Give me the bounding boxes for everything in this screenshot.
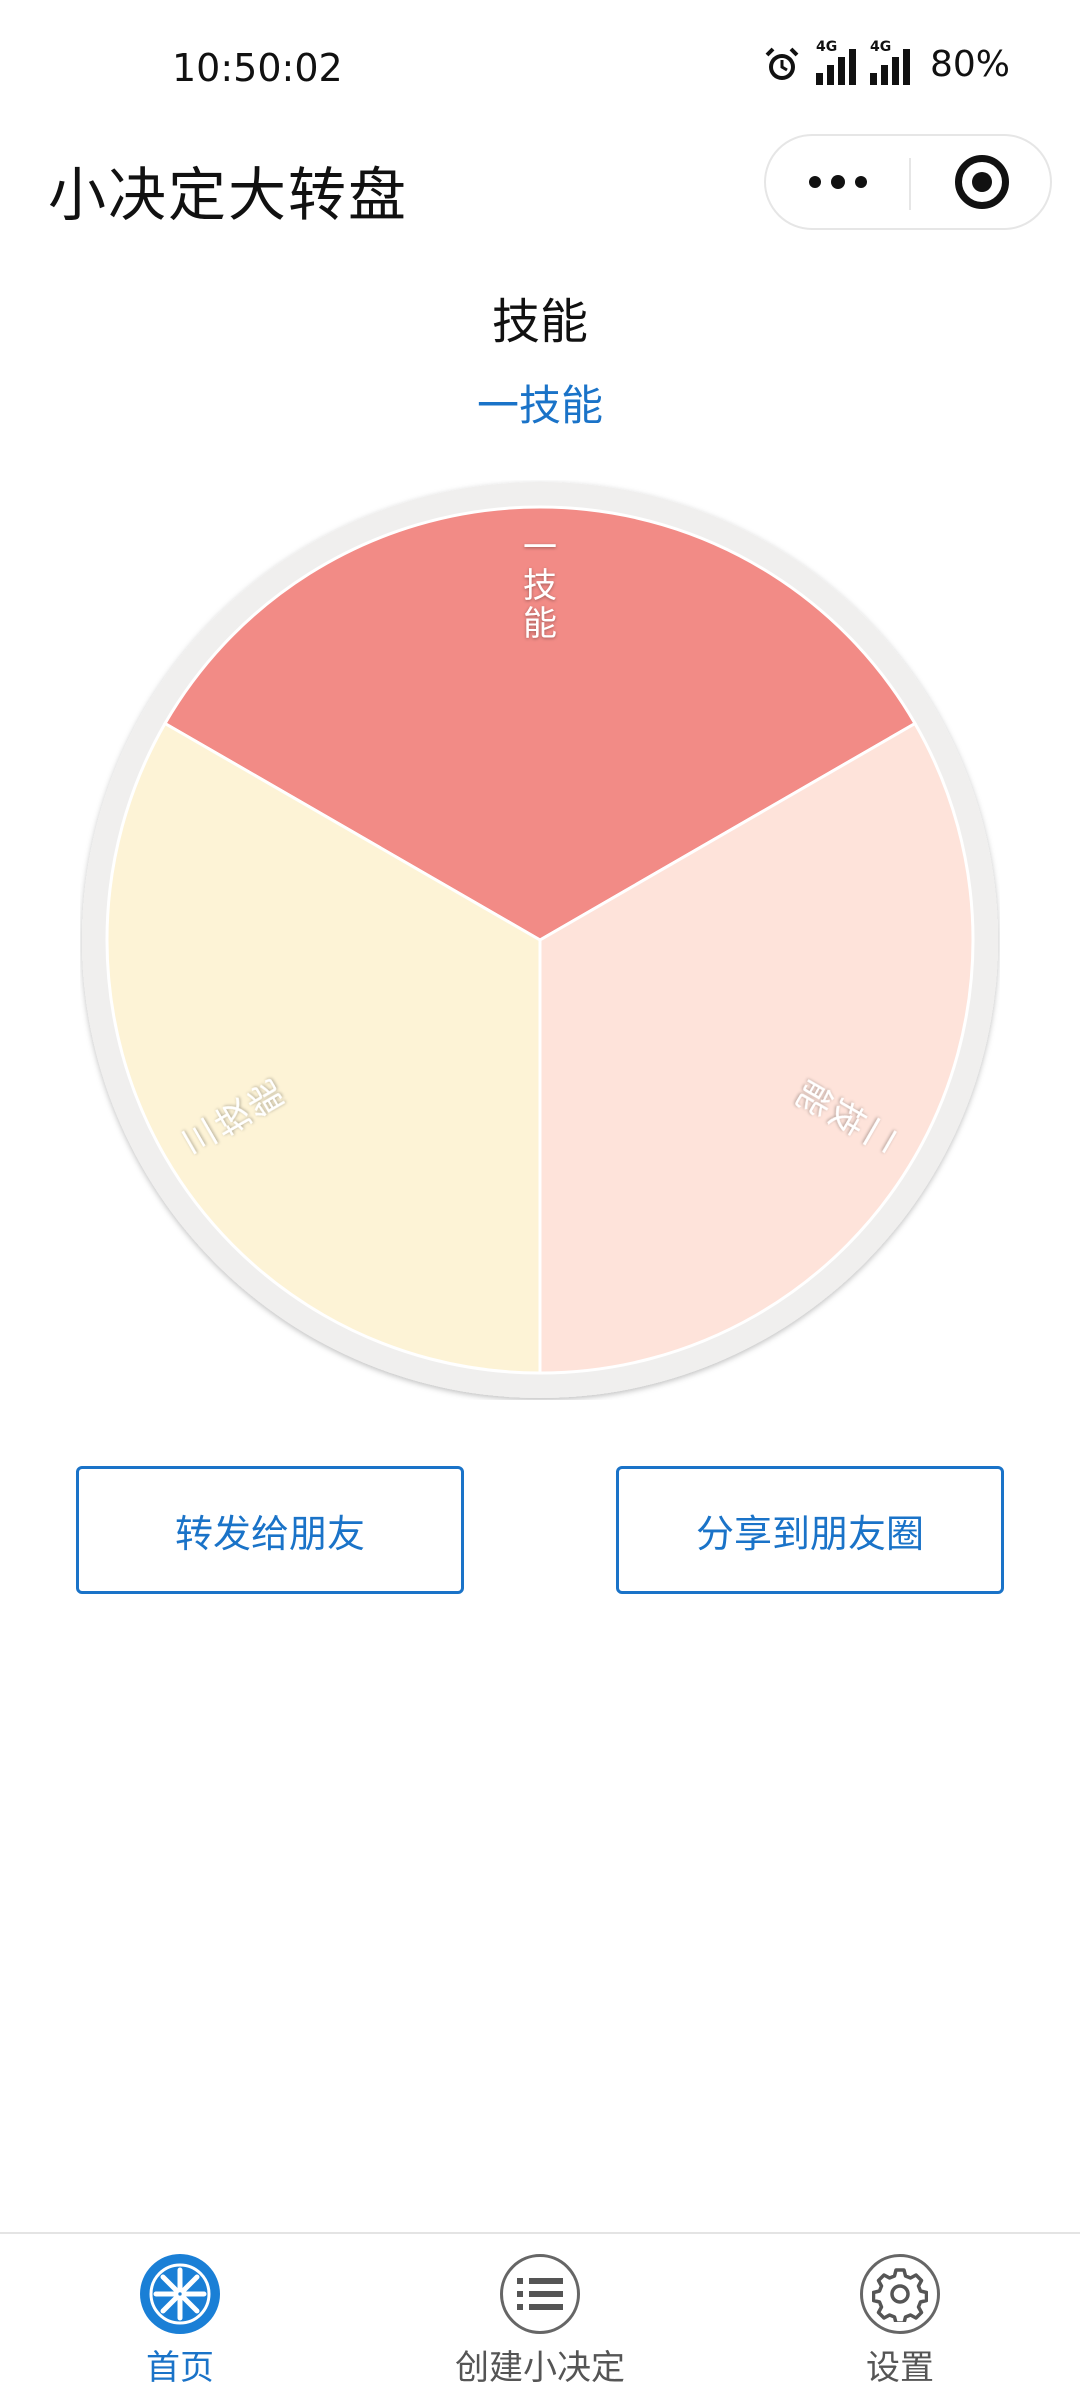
close-button[interactable] bbox=[911, 136, 1052, 228]
tab-bar: 首页 创建小决定 设置 bbox=[0, 2232, 1080, 2400]
signal-icon: 4G bbox=[815, 39, 856, 85]
svg-text:一: 一 bbox=[523, 528, 557, 568]
status-icons: 4G 4G 80% bbox=[762, 39, 1010, 85]
tab-settings[interactable]: 设置 bbox=[790, 2254, 1010, 2389]
signal-icon: 4G bbox=[869, 39, 910, 85]
target-close-icon bbox=[954, 155, 1009, 209]
wheel-segment-label: 一技能 bbox=[523, 528, 557, 644]
alarm-icon bbox=[765, 47, 799, 80]
list-icon bbox=[500, 2254, 580, 2334]
wheel-result: 一技能 bbox=[476, 381, 603, 430]
status-time: 10:50:02 bbox=[172, 46, 343, 90]
tab-home[interactable]: 首页 bbox=[70, 2254, 290, 2389]
tab-home-label: 首页 bbox=[146, 2348, 214, 2388]
forward-to-friend-button[interactable]: 转发给朋友 bbox=[76, 1466, 464, 1594]
battery-level: 80% bbox=[929, 44, 1010, 85]
wheel-icon bbox=[140, 2254, 220, 2334]
status-bar: 10:50:02 4G 4G 80% bbox=[0, 0, 1080, 140]
share-to-moments-button[interactable]: 分享到朋友圈 bbox=[616, 1466, 1004, 1594]
tab-settings-label: 设置 bbox=[866, 2348, 934, 2388]
more-dots-icon[interactable] bbox=[766, 136, 909, 228]
svg-text:能: 能 bbox=[523, 604, 557, 644]
tab-create-label: 创建小决定 bbox=[455, 2348, 625, 2388]
network-label-1: 4G bbox=[815, 38, 838, 55]
wheel-topic: 技能 bbox=[491, 294, 588, 350]
mini-program-capsule bbox=[764, 134, 1052, 230]
page-title: 小决定大转盘 bbox=[48, 161, 409, 229]
spin-wheel[interactable]: 一技能二技能三技能 bbox=[80, 480, 1000, 1400]
gear-icon bbox=[860, 2254, 940, 2334]
svg-text:技: 技 bbox=[523, 566, 557, 606]
network-label-2: 4G bbox=[869, 38, 892, 55]
tab-create-decision[interactable]: 创建小决定 bbox=[430, 2254, 650, 2389]
